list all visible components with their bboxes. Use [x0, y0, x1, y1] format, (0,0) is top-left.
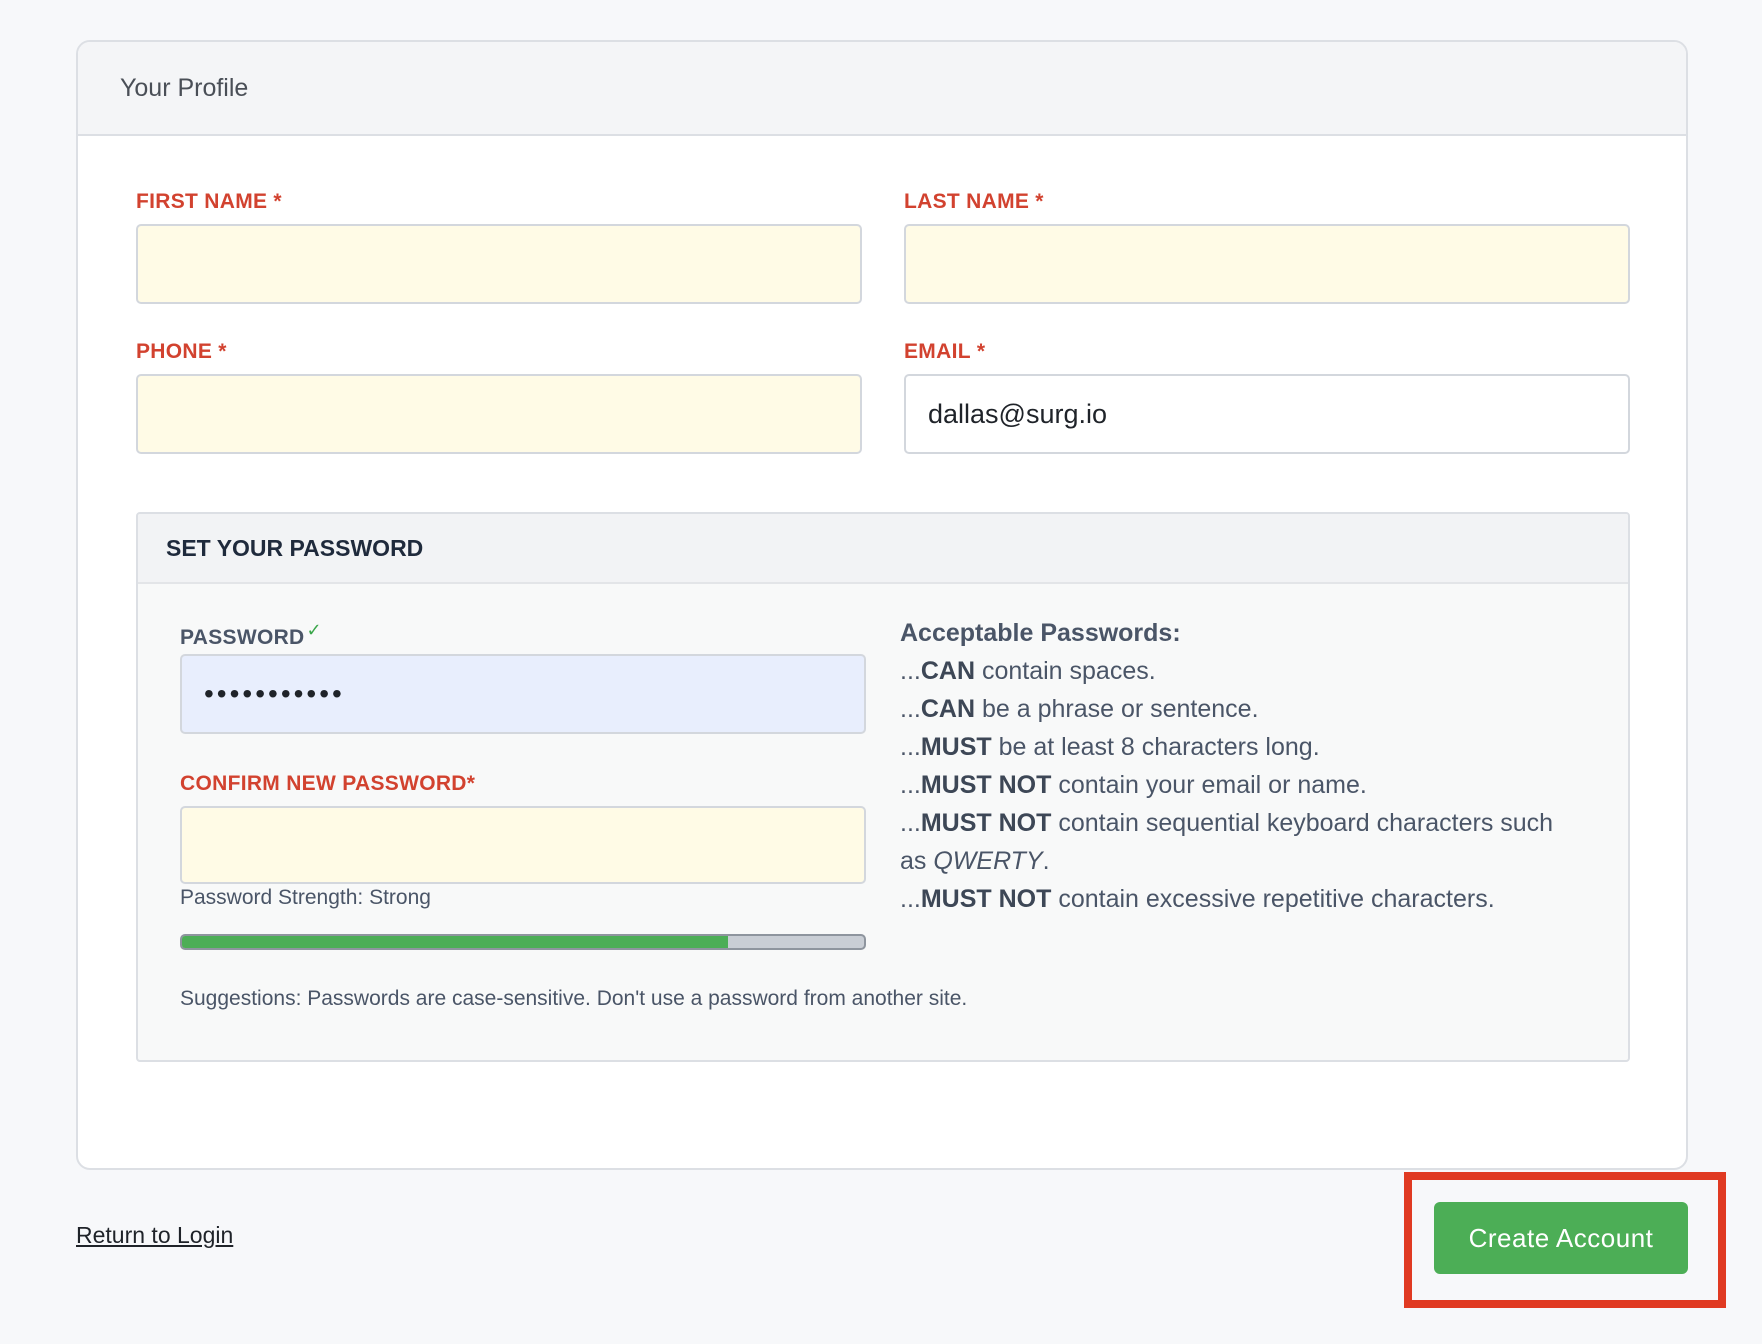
required-marker: *: [218, 340, 227, 363]
first-name-label-row: FIRST NAME *: [136, 190, 282, 214]
required-marker: *: [273, 190, 282, 213]
rule-prefix: ...: [900, 809, 921, 837]
password-panel: SET YOUR PASSWORD PASSWORD ✓ ••••••••••• …: [136, 512, 1630, 1062]
create-account-button[interactable]: Create Account: [1434, 1202, 1688, 1274]
rule-keyword: MUST NOT: [920, 809, 1052, 837]
rule-text: contain your email or name.: [1051, 771, 1367, 799]
password-strength-text: Password Strength: Strong: [180, 886, 431, 909]
rule-text: contain excessive repetitive characters.: [1051, 885, 1495, 913]
password-input[interactable]: •••••••••••: [180, 654, 866, 734]
confirm-password-input[interactable]: [180, 806, 866, 884]
last-name-label-row: LAST NAME *: [904, 190, 1044, 214]
password-label-row: PASSWORD ✓: [180, 620, 322, 650]
rule-prefix: ...: [900, 733, 921, 761]
rule-keyword: CAN: [920, 657, 976, 685]
rule-item: ...MUST NOT contain your email or name.: [900, 766, 1580, 804]
card-title: Your Profile: [120, 73, 249, 102]
rule-prefix: ...: [900, 695, 921, 723]
first-name-label: FIRST NAME: [136, 190, 268, 213]
check-icon: ✓: [306, 620, 322, 640]
rule-text: be a phrase or sentence.: [975, 695, 1259, 723]
first-name-input[interactable]: [136, 224, 862, 304]
email-label-row: EMAIL *: [904, 340, 985, 364]
password-panel-header: SET YOUR PASSWORD: [138, 514, 1628, 584]
last-name-label: LAST NAME: [904, 190, 1030, 213]
rule-item: ...CAN contain spaces.: [900, 652, 1580, 690]
password-strength-bar: [180, 934, 866, 950]
rule-item: ...MUST be at least 8 characters long.: [900, 728, 1580, 766]
rule-prefix: ...: [900, 771, 921, 799]
rule-prefix: ...: [900, 885, 921, 913]
password-suggestions: Suggestions: Passwords are case-sensitiv…: [180, 987, 968, 1010]
phone-label-row: PHONE *: [136, 340, 227, 364]
rule-keyword: MUST: [920, 733, 992, 761]
email-label: EMAIL: [904, 340, 971, 363]
phone-input[interactable]: [136, 374, 862, 454]
confirm-label-row: CONFIRM NEW PASSWORD*: [180, 772, 475, 796]
password-rules: Acceptable Passwords: ...CAN contain spa…: [900, 614, 1580, 918]
rule-example: QWERTY: [933, 847, 1043, 875]
phone-label: PHONE: [136, 340, 213, 363]
rule-item: ...CAN be a phrase or sentence.: [900, 690, 1580, 728]
rule-keyword: MUST NOT: [920, 771, 1052, 799]
rule-text: be at least 8 characters long.: [991, 733, 1320, 761]
last-name-input[interactable]: [904, 224, 1630, 304]
card-header: Your Profile: [78, 42, 1686, 136]
rules-title: Acceptable Passwords:: [900, 619, 1181, 647]
email-input[interactable]: dallas@surg.io: [904, 374, 1630, 454]
required-marker: *: [976, 340, 986, 363]
rule-item: ...MUST NOT contain sequential keyboard …: [900, 804, 1580, 880]
rule-prefix: ...: [900, 657, 921, 685]
rules-list: ...CAN contain spaces. ...CAN be a phrase…: [900, 652, 1580, 918]
password-label: PASSWORD: [180, 626, 305, 649]
rule-tail: .: [1042, 847, 1050, 875]
confirm-password-label: CONFIRM NEW PASSWORD*: [180, 772, 476, 795]
rule-item: ...MUST NOT contain excessive repetitive…: [900, 880, 1580, 918]
password-strength-fill: [182, 936, 728, 948]
profile-card: Your Profile FIRST NAME * LAST NAME * PHON…: [76, 40, 1688, 1170]
password-panel-title: SET YOUR PASSWORD: [166, 534, 424, 561]
rule-keyword: MUST NOT: [920, 885, 1052, 913]
rule-text: contain spaces.: [975, 657, 1156, 685]
return-to-login-link[interactable]: Return to Login: [76, 1222, 233, 1249]
rule-keyword: CAN: [920, 695, 976, 723]
required-marker: *: [1035, 190, 1044, 213]
